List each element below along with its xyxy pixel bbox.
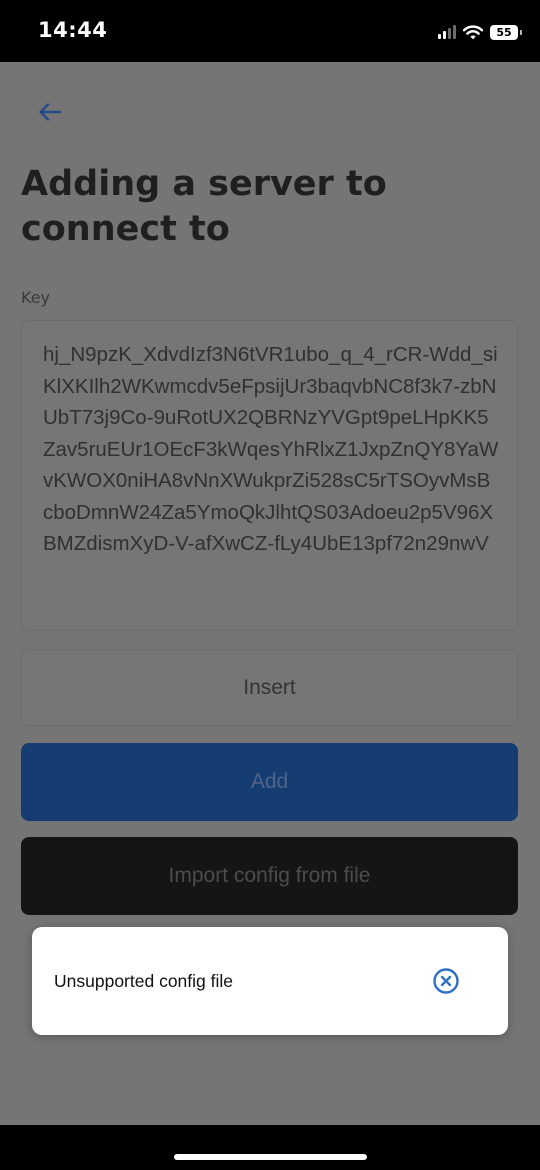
circle-x-icon — [433, 968, 459, 994]
cellular-signal-icon — [438, 25, 456, 39]
import-config-button[interactable]: Import config from file — [21, 837, 518, 915]
key-input[interactable]: hj_N9pzK_XdvdIzf3N6tVR1ubo_q_4_rCR-Wdd_s… — [21, 320, 518, 631]
status-bar: 14:44 55 — [0, 0, 540, 62]
home-indicator[interactable] — [174, 1154, 367, 1160]
status-time: 14:44 — [38, 18, 108, 42]
wifi-icon — [463, 24, 483, 39]
error-toast: Unsupported config file — [32, 927, 508, 1035]
insert-button[interactable]: Insert — [21, 649, 518, 726]
arrow-left-icon — [39, 103, 62, 121]
back-button[interactable] — [34, 96, 66, 128]
key-label: Key — [21, 288, 51, 307]
status-icons: 55 — [438, 20, 522, 44]
battery-level: 55 — [496, 25, 512, 39]
bottom-bar — [0, 1125, 540, 1170]
add-button[interactable]: Add — [21, 743, 518, 821]
toast-close-button[interactable] — [430, 965, 462, 997]
key-value: hj_N9pzK_XdvdIzf3N6tVR1ubo_q_4_rCR-Wdd_s… — [43, 343, 499, 555]
toast-message: Unsupported config file — [54, 971, 233, 991]
page-title: Adding a server to connect to — [21, 164, 387, 249]
add-server-screen: Adding a server to connect to Key hj_N9p… — [0, 62, 540, 1125]
battery-icon: 55 — [490, 24, 522, 40]
